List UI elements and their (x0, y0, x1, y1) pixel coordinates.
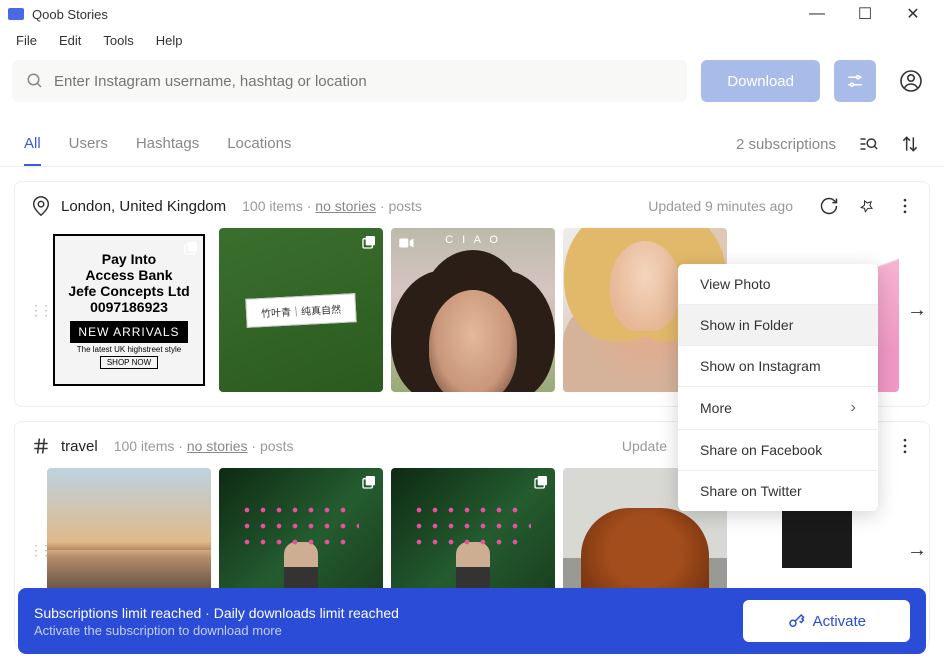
tab-hashtags[interactable]: Hashtags (136, 135, 199, 166)
updated-label: Updated 9 minutes ago (648, 198, 793, 214)
banner-subtitle: Activate the subscription to download mo… (34, 623, 399, 638)
drag-handle[interactable]: ⋮⋮ (29, 302, 39, 319)
refresh-icon[interactable] (819, 196, 839, 216)
multi-photo-icon (183, 240, 199, 256)
maximize-button[interactable]: ☐ (842, 0, 888, 28)
ctx-show-on-instagram[interactable]: Show on Instagram (678, 346, 878, 386)
video-icon (397, 234, 415, 252)
subscription-count: 2 subscriptions (736, 136, 836, 153)
close-button[interactable]: ✕ (890, 0, 936, 28)
multi-photo-icon (361, 474, 377, 490)
key-icon (787, 612, 805, 630)
chevron-right-icon: › (851, 399, 856, 417)
titlebar: Qoob Stories — ☐ ✕ (0, 0, 944, 28)
window-title: Qoob Stories (32, 7, 794, 22)
download-button[interactable]: Download (701, 60, 820, 102)
menu-edit[interactable]: Edit (49, 31, 91, 50)
ctx-more[interactable]: More› (678, 387, 878, 429)
thumbnail[interactable]: Pay Into Access Bank Jefe Concepts Ltd 0… (47, 228, 211, 392)
next-arrow[interactable]: → (907, 539, 927, 562)
limit-banner: Subscriptions limit reached · Daily down… (18, 588, 926, 654)
menu-tools[interactable]: Tools (93, 31, 143, 50)
menubar: File Edit Tools Help (0, 28, 944, 52)
search-box[interactable] (12, 60, 687, 102)
ctx-show-in-folder[interactable]: Show in Folder (678, 305, 878, 345)
location-pin-icon (29, 194, 53, 218)
search-list-icon[interactable] (858, 134, 878, 154)
next-arrow[interactable]: → (907, 299, 927, 322)
thumbnail[interactable]: 竹叶青｜纯真自然 (219, 228, 383, 392)
activate-button[interactable]: Activate (743, 600, 910, 642)
tab-users[interactable]: Users (69, 135, 108, 166)
section-title[interactable]: travel (61, 438, 98, 455)
updated-label: Update (622, 438, 667, 454)
menu-help[interactable]: Help (146, 31, 193, 50)
ctx-share-facebook[interactable]: Share on Facebook (678, 430, 878, 470)
search-input[interactable] (54, 73, 673, 90)
multi-photo-icon (533, 474, 549, 490)
no-stories-link[interactable]: no stories (187, 438, 248, 454)
tab-all[interactable]: All (24, 135, 41, 166)
search-icon (26, 72, 44, 90)
more-icon[interactable] (895, 196, 915, 216)
app-icon (8, 8, 24, 20)
filter-button[interactable] (834, 60, 876, 102)
pin-icon[interactable] (857, 196, 877, 216)
banner-title: Subscriptions limit reached · Daily down… (34, 605, 399, 621)
thumbnail[interactable]: C I A O (391, 228, 555, 392)
sort-icon[interactable] (900, 134, 920, 154)
ctx-view-photo[interactable]: View Photo (678, 264, 878, 304)
no-stories-link[interactable]: no stories (315, 198, 376, 214)
hashtag-icon (29, 434, 53, 458)
ctx-share-twitter[interactable]: Share on Twitter (678, 471, 878, 511)
menu-file[interactable]: File (6, 31, 47, 50)
drag-handle[interactable]: ⋮⋮ (29, 542, 39, 559)
tab-locations[interactable]: Locations (227, 135, 291, 166)
account-button[interactable] (890, 60, 932, 102)
minimize-button[interactable]: — (794, 0, 840, 28)
context-menu: View Photo Show in Folder Show on Instag… (678, 264, 878, 511)
section-title[interactable]: London, United Kingdom (61, 198, 226, 215)
multi-photo-icon (361, 234, 377, 250)
more-icon[interactable] (895, 436, 915, 456)
